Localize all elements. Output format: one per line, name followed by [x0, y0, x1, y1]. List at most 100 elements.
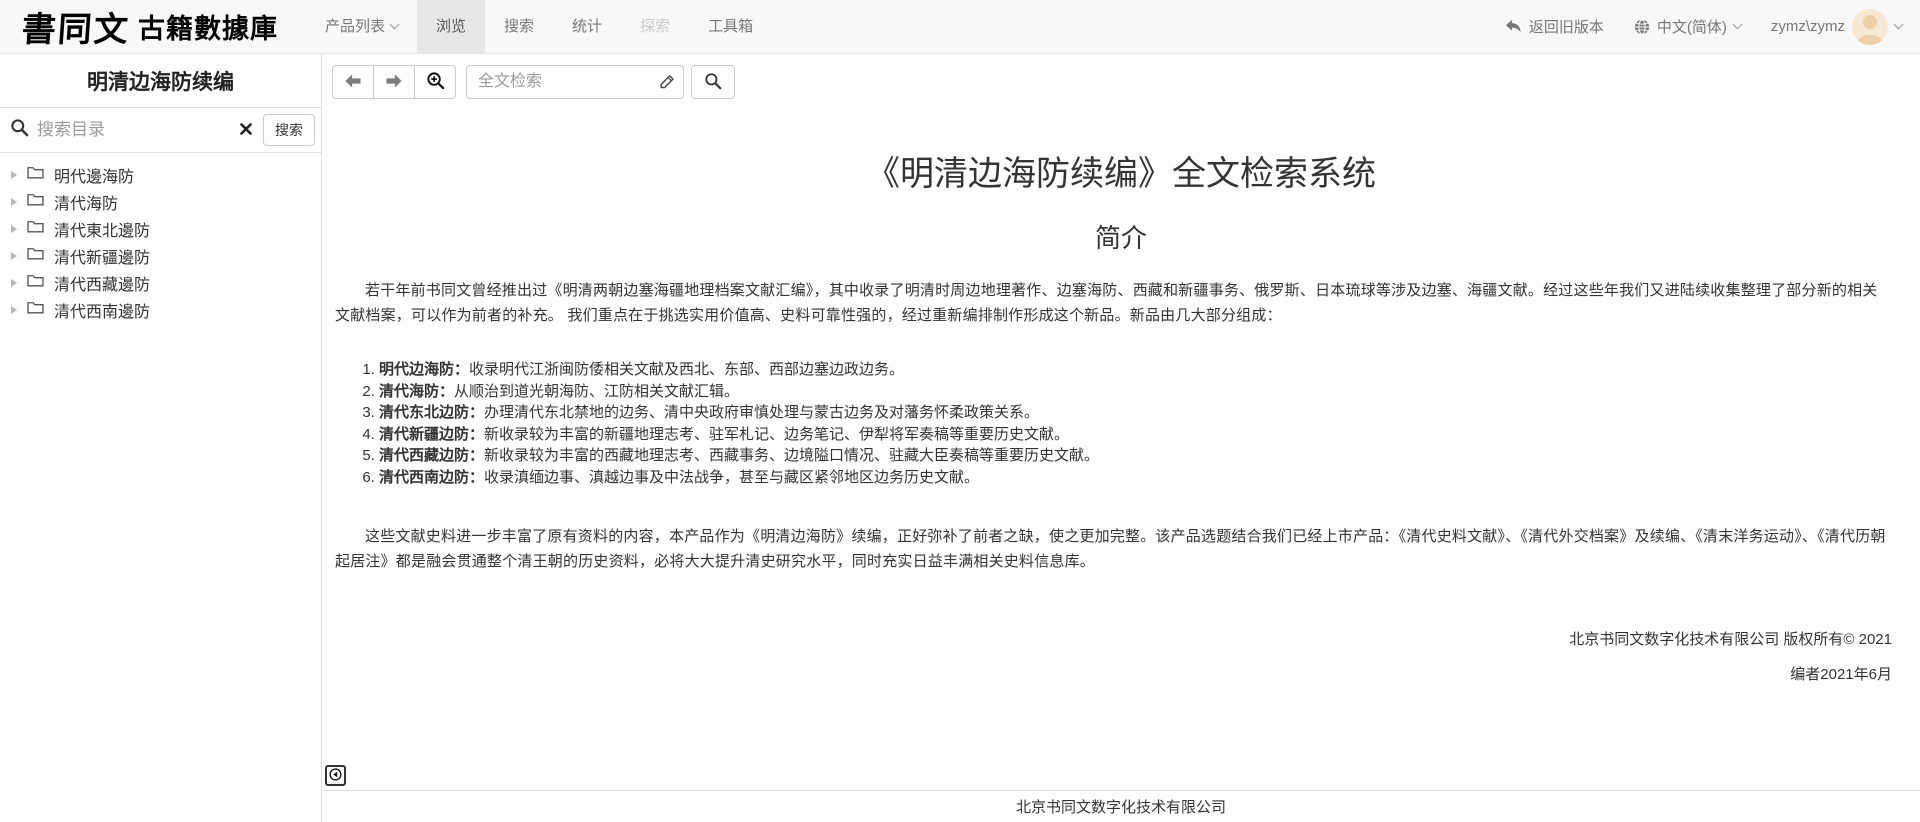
list-item: 清代新疆边防：新收录较为丰富的新疆地理志考、驻军札记、边务笔记、伊犁将军奏稿等重… — [379, 424, 1892, 446]
nav-toolbox[interactable]: 工具箱 — [689, 0, 772, 53]
catalog-search-input[interactable] — [37, 120, 229, 140]
catalog-search-button[interactable]: 搜索 — [263, 114, 315, 146]
nav-browse[interactable]: 浏览 — [417, 0, 485, 53]
handwriting-pencil-icon[interactable] — [658, 73, 676, 96]
sidebar: 明清边海防续编 搜索 明代邊海防 清代海防 — [0, 54, 322, 822]
tree-item-qing-southwest-border[interactable]: 清代西南邊防 — [0, 296, 321, 323]
tree-item-label: 清代西藏邊防 — [54, 271, 150, 295]
tree-item-qing-northeast-border[interactable]: 清代東北邊防 — [0, 215, 321, 242]
section-subtitle: 简介 — [322, 218, 1920, 255]
list-item-term: 清代西藏边防： — [379, 447, 484, 464]
list-item: 清代海防：从顺治到道光朝海防、江防相关文献汇辑。 — [379, 381, 1892, 403]
collection-title: 明清边海防续编 — [0, 54, 321, 108]
avatar-figure — [1857, 35, 1883, 45]
magnifier-plus-icon — [426, 71, 445, 93]
caret-right-icon — [11, 306, 17, 314]
close-icon — [239, 122, 253, 139]
tree-item-label: 清代海防 — [54, 190, 118, 214]
caret-right-icon — [11, 252, 17, 260]
reader-toolbar — [332, 65, 1920, 99]
copyright-block: 北京书同文数字化技术有限公司 版权所有© 2021 编者2021年6月 — [322, 628, 1892, 684]
list-item-desc: 新收录较为丰富的西藏地理志考、西藏事务、边境隘口情况、驻藏大臣奏稿等重要历史文献… — [484, 447, 1099, 464]
navbar-right: 返回旧版本 中文(简体) zymz\zymz — [1505, 0, 1902, 53]
username-label: zymz\zymz — [1771, 18, 1845, 35]
nav-statistics[interactable]: 统计 — [553, 0, 621, 53]
list-item-term: 明代边海防： — [379, 361, 469, 378]
search-icon — [704, 72, 722, 93]
main-menu: 产品列表 浏览 搜索 统计 探索 工具箱 — [306, 0, 772, 53]
footer-bar: 北京书同文数字化技术有限公司 — [322, 790, 1920, 822]
fulltext-search-field — [466, 65, 684, 99]
nav-product-list[interactable]: 产品列表 — [306, 0, 417, 53]
chevron-down-icon — [1732, 19, 1742, 29]
caret-right-icon — [11, 225, 17, 233]
catalog-search-bar: 搜索 — [0, 108, 321, 153]
back-to-old-version-link[interactable]: 返回旧版本 — [1505, 16, 1604, 37]
catalog-tree: 明代邊海防 清代海防 清代東北邊防 清代新疆邊防 清代西藏邊防 — [0, 153, 321, 323]
language-selector[interactable]: 中文(简体) — [1634, 16, 1741, 37]
list-item-desc: 收录滇缅边事、滇越边事及中法战争，甚至与藏区紧邻地区边务历史文献。 — [484, 469, 979, 486]
list-item: 清代东北边防：办理清代东北禁地的边务、清中央政府审慎处理与蒙古边务及对藩务怀柔政… — [379, 402, 1892, 424]
nav-explore: 探索 — [621, 0, 689, 53]
list-item-desc: 新收录较为丰富的新疆地理志考、驻军札记、边务笔记、伊犁将军奏稿等重要历史文献。 — [484, 426, 1069, 443]
editor-date-line: 编者2021年6月 — [322, 663, 1892, 684]
back-to-old-version-label: 返回旧版本 — [1529, 16, 1604, 37]
list-item-desc: 办理清代东北禁地的边务、清中央政府审慎处理与蒙古边务及对藩务怀柔政策关系。 — [484, 404, 1039, 421]
circled-left-arrow-icon — [328, 767, 343, 785]
folder-icon — [27, 273, 44, 292]
avatar — [1852, 9, 1888, 45]
folder-icon — [27, 192, 44, 211]
caret-right-icon — [11, 198, 17, 206]
closing-paragraph: 这些文献史料进一步丰富了原有资料的内容，本产品作为《明清边海防》续编，正好弥补了… — [335, 524, 1892, 574]
tree-item-ming-border-sea-defense[interactable]: 明代邊海防 — [0, 161, 321, 188]
app-logo[interactable]: 書同文 古籍數據庫 — [22, 0, 278, 53]
folder-icon — [27, 219, 44, 238]
clear-search-button[interactable] — [237, 120, 255, 141]
top-navbar: 書同文 古籍數據庫 产品列表 浏览 搜索 统计 探索 工具箱 返回旧版本 中文(… — [0, 0, 1920, 54]
copyright-line: 北京书同文数字化技术有限公司 版权所有© 2021 — [322, 628, 1892, 649]
nav-button-group — [332, 65, 456, 99]
search-icon — [10, 118, 29, 142]
avatar-figure — [1863, 15, 1877, 29]
nav-search[interactable]: 搜索 — [485, 0, 553, 53]
footer-company-label: 北京书同文数字化技术有限公司 — [1016, 796, 1226, 817]
back-button[interactable] — [332, 65, 374, 99]
folder-icon — [27, 300, 44, 319]
chevron-down-icon — [390, 19, 400, 29]
forward-button[interactable] — [373, 65, 415, 99]
tree-item-label: 清代東北邊防 — [54, 217, 150, 241]
sidebar-collapse-button[interactable] — [325, 765, 346, 786]
arrow-left-icon — [344, 73, 362, 92]
user-menu[interactable]: zymz\zymz — [1771, 9, 1902, 45]
globe-icon — [1634, 19, 1650, 35]
folder-icon — [27, 165, 44, 184]
tree-item-qing-xinjiang-border[interactable]: 清代新疆邊防 — [0, 242, 321, 269]
folder-icon — [27, 246, 44, 265]
tree-item-label: 清代新疆邊防 — [54, 244, 150, 268]
page-shell: 明清边海防续编 搜索 明代邊海防 清代海防 — [0, 54, 1920, 822]
caret-right-icon — [11, 171, 17, 179]
nav-product-list-label: 产品列表 — [325, 0, 385, 54]
list-item: 明代边海防：收录明代江浙闽防倭相关文献及西北、东部、西部边塞边政边务。 — [379, 359, 1892, 381]
return-arrow-icon — [1505, 19, 1522, 34]
list-item-desc: 收录明代江浙闽防倭相关文献及西北、东部、西部边塞边政边务。 — [469, 361, 904, 378]
logo-title: 古籍數據庫 — [138, 7, 278, 46]
caret-right-icon — [11, 279, 17, 287]
main-content: 《明清边海防续编》全文检索系统 简介 若干年前书同文曾经推出过《明清两朝边塞海疆… — [322, 54, 1920, 822]
list-item-term: 清代海防： — [379, 383, 454, 400]
logo-calligraphy-icon: 書同文 — [20, 2, 131, 51]
fulltext-search-input[interactable] — [466, 65, 684, 99]
intro-paragraph: 若干年前书同文曾经推出过《明清两朝边塞海疆地理档案文献汇编》，其中收录了明清时周… — [335, 278, 1892, 328]
product-parts-list: 明代边海防：收录明代江浙闽防倭相关文献及西北、东部、西部边塞边政边务。 清代海防… — [322, 359, 1892, 488]
list-item-term: 清代新疆边防： — [379, 426, 484, 443]
zoom-in-button[interactable] — [414, 65, 456, 99]
list-item: 清代西南边防：收录滇缅边事、滇越边事及中法战争，甚至与藏区紧邻地区边务历史文献。 — [379, 467, 1892, 489]
tree-item-qing-sea-defense[interactable]: 清代海防 — [0, 188, 321, 215]
tree-item-qing-tibet-border[interactable]: 清代西藏邊防 — [0, 269, 321, 296]
language-label: 中文(简体) — [1657, 16, 1727, 37]
list-item-term: 清代东北边防： — [379, 404, 484, 421]
list-item-desc: 从顺治到道光朝海防、江防相关文献汇辑。 — [454, 383, 739, 400]
fulltext-search-button[interactable] — [691, 65, 735, 99]
list-item: 清代西藏边防：新收录较为丰富的西藏地理志考、西藏事务、边境隘口情况、驻藏大臣奏稿… — [379, 445, 1892, 467]
tree-item-label: 明代邊海防 — [54, 163, 134, 187]
